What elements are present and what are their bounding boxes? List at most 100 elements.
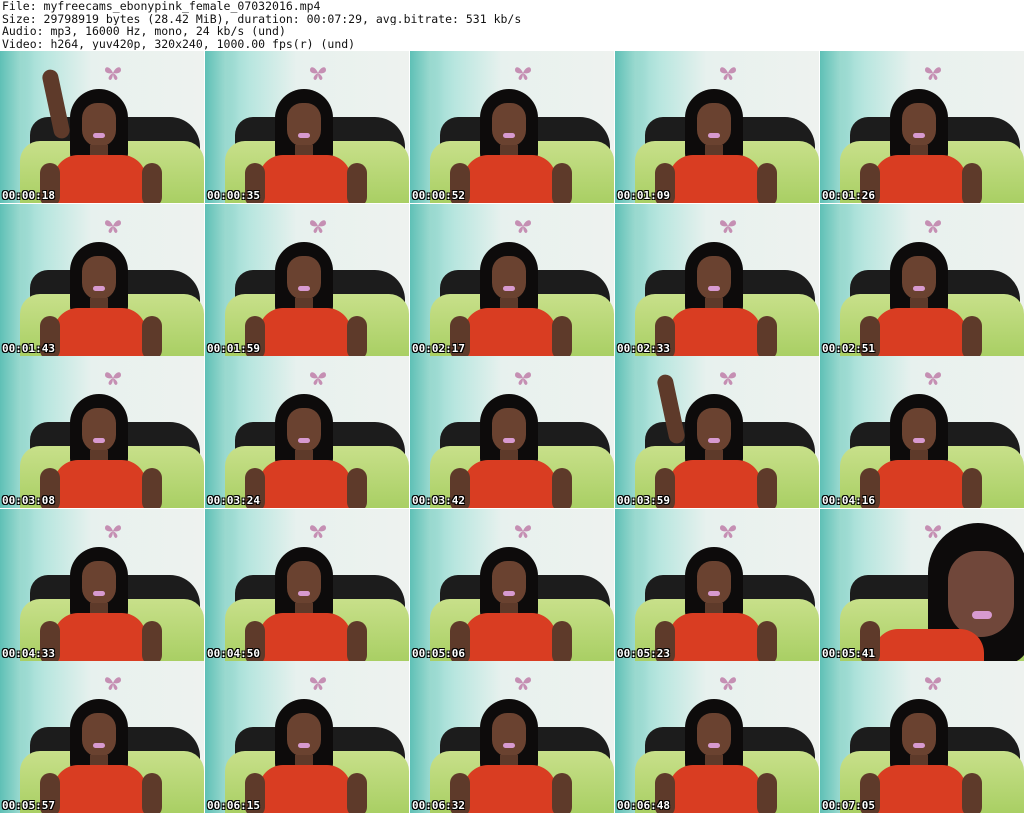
lips: [298, 590, 310, 596]
lips: [298, 438, 310, 443]
lips: [93, 285, 105, 291]
butterfly-icon: [309, 523, 327, 539]
right-arm: [142, 163, 162, 203]
audio-info-line: Audio: mp3, 16000 Hz, mono, 24 kb/s (und…: [2, 25, 286, 38]
lips: [708, 590, 720, 596]
butterfly-icon: [514, 675, 532, 691]
thumbnail-timestamp: 00:00:18: [2, 189, 55, 202]
right-arm: [552, 468, 572, 508]
right-arm: [347, 468, 367, 508]
face: [82, 408, 116, 452]
lips: [298, 743, 310, 748]
video-thumbnail: 00:06:48: [615, 661, 819, 813]
butterfly-icon: [719, 523, 737, 539]
face: [492, 560, 526, 605]
video-thumbnail: 00:06:15: [205, 661, 409, 813]
red-top: [259, 307, 351, 356]
lips: [972, 610, 992, 619]
right-arm: [962, 315, 982, 356]
thumbnail-timestamp: 00:04:33: [2, 646, 55, 660]
video-thumbnail: 00:00:52: [410, 51, 614, 203]
red-top: [464, 765, 556, 813]
thumbnail-timestamp: 00:01:26: [822, 189, 875, 202]
right-arm: [347, 315, 367, 356]
butterfly-icon: [104, 675, 122, 691]
video-thumbnail: 00:01:43: [0, 203, 204, 356]
butterfly-icon: [719, 675, 737, 691]
video-thumbnail: 00:02:17: [410, 203, 614, 356]
butterfly-icon: [719, 65, 737, 81]
red-top: [259, 765, 351, 813]
lips: [93, 743, 105, 748]
face: [82, 560, 116, 605]
red-top: [874, 460, 966, 508]
lips: [503, 285, 515, 291]
face: [902, 408, 936, 452]
red-top: [259, 612, 351, 661]
face: [697, 255, 731, 300]
thumbnail-timestamp: 00:06:48: [617, 799, 670, 812]
red-top: [54, 307, 146, 356]
right-arm: [142, 773, 162, 813]
red-top: [669, 307, 761, 356]
video-thumbnail: 00:00:18: [0, 51, 204, 203]
lips: [708, 438, 720, 443]
red-top: [874, 307, 966, 356]
lips: [93, 438, 105, 443]
face: [492, 103, 526, 147]
video-thumbnail: 00:05:57: [0, 661, 204, 813]
thumbnail-timestamp: 00:02:51: [822, 341, 875, 355]
thumbnail-timestamp: 00:03:59: [617, 494, 670, 507]
lips: [93, 133, 105, 138]
right-arm: [347, 620, 367, 661]
red-top: [464, 612, 556, 661]
butterfly-icon: [719, 370, 737, 386]
file-info-header: File: myfreecams_ebonypink_female_070320…: [2, 0, 1022, 52]
thumbnail-timestamp: 00:01:59: [207, 341, 260, 355]
video-thumbnail: 00:03:59: [615, 356, 819, 508]
butterfly-icon: [104, 65, 122, 81]
butterfly-icon: [104, 523, 122, 539]
face: [287, 560, 321, 605]
butterfly-icon: [924, 675, 942, 691]
butterfly-icon: [719, 218, 737, 234]
red-top: [54, 155, 146, 203]
lips: [503, 133, 515, 138]
butterfly-icon: [309, 370, 327, 386]
right-arm: [347, 773, 367, 813]
video-thumbnail: 00:05:23: [615, 508, 819, 661]
face: [287, 713, 321, 757]
file-name-line: File: myfreecams_ebonypink_female_070320…: [2, 0, 321, 13]
lips: [93, 590, 105, 596]
face: [902, 103, 936, 147]
video-thumbnail: 00:03:08: [0, 356, 204, 508]
butterfly-icon: [924, 370, 942, 386]
face: [82, 255, 116, 300]
red-top: [54, 765, 146, 813]
red-top: [669, 460, 761, 508]
butterfly-icon: [514, 65, 532, 81]
video-thumbnail: 00:07:05: [820, 661, 1024, 813]
video-thumbnail: 00:02:33: [615, 203, 819, 356]
red-top: [259, 155, 351, 203]
red-top: [669, 612, 761, 661]
face: [697, 560, 731, 605]
right-arm: [142, 468, 162, 508]
thumbnail-timestamp: 00:07:05: [822, 799, 875, 812]
video-thumbnail: 00:04:50: [205, 508, 409, 661]
right-arm: [552, 315, 572, 356]
video-thumbnail: 00:03:24: [205, 356, 409, 508]
butterfly-icon: [924, 523, 942, 539]
face: [287, 408, 321, 452]
video-thumbnail: 00:01:09: [615, 51, 819, 203]
thumbnail-timestamp: 00:06:32: [412, 799, 465, 812]
thumbnail-timestamp: 00:04:16: [822, 494, 875, 507]
butterfly-icon: [309, 675, 327, 691]
video-info-line: Video: h264, yuv420p, 320x240, 1000.00 f…: [2, 37, 356, 50]
right-arm: [142, 315, 162, 356]
lips: [913, 743, 925, 748]
right-arm: [552, 773, 572, 813]
lips: [708, 285, 720, 291]
right-arm: [757, 315, 777, 356]
right-arm: [142, 620, 162, 661]
